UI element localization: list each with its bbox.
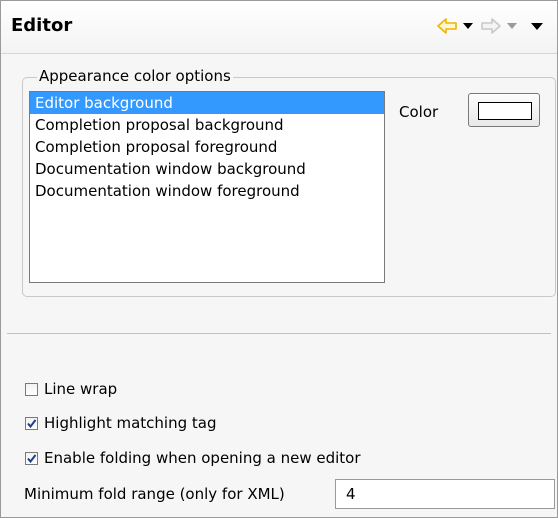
page-header: Editor bbox=[1, 1, 557, 54]
color-picker-button[interactable] bbox=[468, 93, 540, 127]
highlight-matching-tag-label: Highlight matching tag bbox=[44, 414, 217, 432]
line-wrap-label: Line wrap bbox=[44, 380, 118, 398]
list-item[interactable]: Documentation window foreground bbox=[30, 180, 384, 202]
enable-folding-checkbox[interactable] bbox=[25, 451, 38, 465]
forward-dropdown-icon[interactable] bbox=[507, 23, 517, 29]
list-item[interactable]: Editor background bbox=[30, 92, 384, 114]
highlight-matching-tag-checkbox[interactable] bbox=[25, 416, 38, 430]
fold-range-label: Minimum fold range (only for XML) bbox=[24, 485, 285, 503]
back-button[interactable] bbox=[437, 18, 473, 34]
enable-folding-option[interactable]: Enable folding when opening a new editor bbox=[25, 449, 361, 467]
separator bbox=[7, 333, 551, 334]
checkmark-icon bbox=[27, 453, 37, 463]
enable-folding-label: Enable folding when opening a new editor bbox=[44, 449, 361, 467]
forward-button[interactable] bbox=[481, 18, 517, 34]
appearance-group-label: Appearance color options bbox=[37, 67, 233, 85]
list-item[interactable]: Completion proposal foreground bbox=[30, 136, 384, 158]
list-item[interactable]: Completion proposal background bbox=[30, 114, 384, 136]
highlight-matching-tag-option[interactable]: Highlight matching tag bbox=[25, 414, 217, 432]
preference-page: Editor Appearance color options Editor b… bbox=[0, 0, 558, 518]
line-wrap-checkbox[interactable] bbox=[25, 382, 38, 396]
back-dropdown-icon[interactable] bbox=[463, 23, 473, 29]
line-wrap-option[interactable]: Line wrap bbox=[25, 380, 117, 398]
checkmark-icon bbox=[27, 418, 37, 428]
appearance-color-list[interactable]: Editor background Completion proposal ba… bbox=[29, 91, 385, 283]
view-menu-icon[interactable] bbox=[531, 22, 543, 30]
page-title: Editor bbox=[11, 15, 73, 36]
history-navigation bbox=[437, 15, 543, 37]
color-label: Color bbox=[399, 103, 439, 121]
list-item[interactable]: Documentation window background bbox=[30, 158, 384, 180]
back-arrow-icon bbox=[437, 18, 457, 34]
color-swatch bbox=[478, 102, 532, 120]
forward-arrow-icon bbox=[481, 18, 501, 34]
fold-range-input[interactable] bbox=[335, 479, 555, 509]
